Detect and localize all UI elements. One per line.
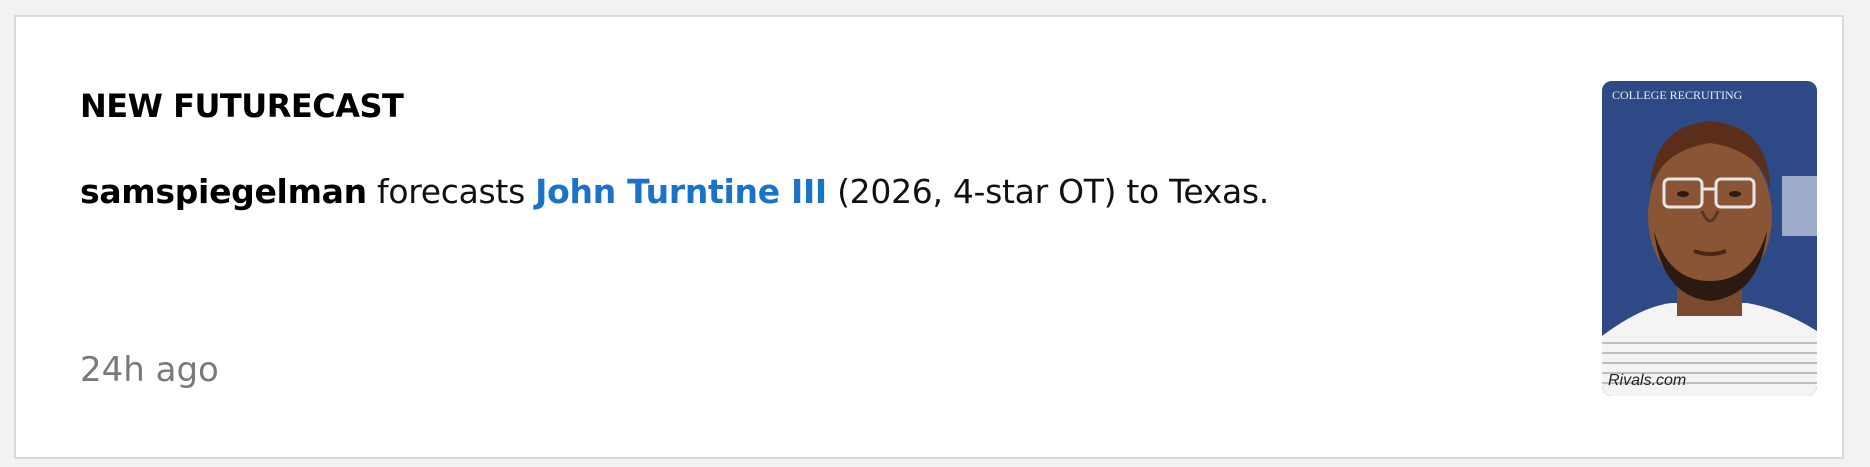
player-link[interactable]: John Turntine III — [535, 172, 827, 211]
photo-watermark: Rivals.com — [1608, 372, 1687, 389]
forecast-sentence: samspiegelman forecasts John Turntine II… — [80, 172, 1269, 211]
forecast-details: (2026, 4-star OT) to Texas. — [826, 172, 1269, 211]
player-photo[interactable]: COLLEGE RECRUITING Rivals.com — [1602, 81, 1817, 396]
photo-backdrop-text: COLLEGE RECRUITING — [1612, 88, 1743, 102]
futurecast-card: NEW FUTURECAST samspiegelman forecasts J… — [14, 15, 1844, 459]
forecaster-username[interactable]: samspiegelman — [80, 172, 367, 211]
player-photo-image: COLLEGE RECRUITING — [1602, 81, 1817, 396]
forecast-verb: forecasts — [366, 172, 536, 211]
card-heading: NEW FUTURECAST — [80, 87, 404, 125]
timestamp: 24h ago — [80, 350, 219, 390]
